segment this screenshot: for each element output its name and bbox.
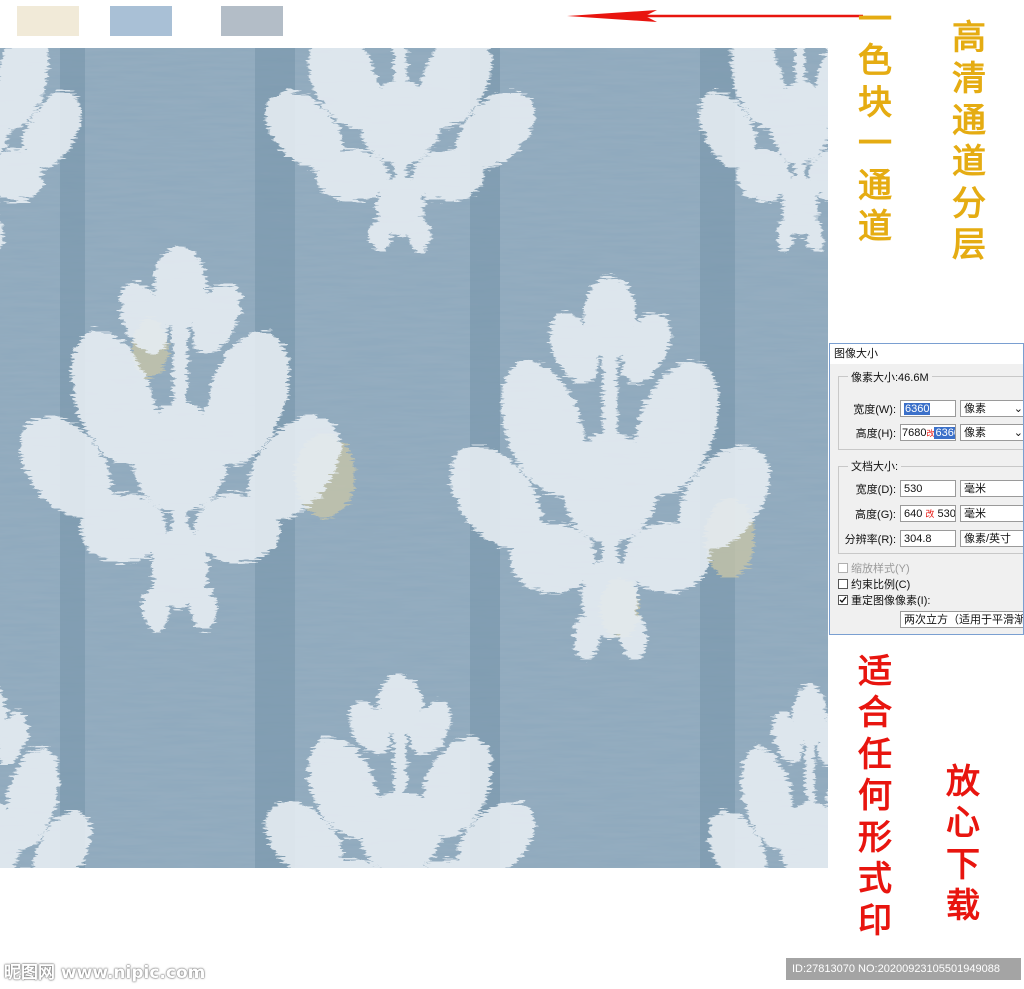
caption-char: 色 <box>858 41 892 82</box>
pixel-width-unit-select[interactable]: 像素 ⌄ <box>960 400 1023 417</box>
caption-char: 层 <box>952 225 986 266</box>
doc-width-unit: 毫米 <box>964 483 986 495</box>
chevron-down-icon: ⌄ <box>1013 403 1023 415</box>
checkmark-icon <box>839 596 847 604</box>
caption-char: 通 <box>952 100 986 141</box>
pixel-height-new-value: 6360 <box>934 427 955 439</box>
pixel-height-label: 高度(H): <box>855 427 896 440</box>
scale-styles-row: 缩放样式(Y) <box>838 560 910 576</box>
resolution-input[interactable]: 304.8 <box>900 530 956 547</box>
caption-char: 印 <box>858 900 892 941</box>
constrain-row: 约束比例(C) <box>838 576 910 592</box>
pixel-width-value: 6360 <box>904 403 931 415</box>
caption-hd-channel-layers: 高 清 通 道 分 层 <box>952 18 986 267</box>
doc-height-row: 高度(G): 640 改 530 毫米 <box>840 505 1023 522</box>
resolution-unit: 像素/英寸 <box>964 533 1012 545</box>
caption-char: 适 <box>858 652 892 692</box>
caption-char: 任 <box>858 734 892 775</box>
caption-one-block-one-channel: 一 色 块 一 通 道 <box>858 0 892 249</box>
caption-char: 道 <box>952 142 986 183</box>
pixel-height-old-value: 7680 <box>902 427 927 439</box>
damask-ikat-pattern-icon <box>0 48 828 868</box>
caption-char: 高 <box>952 18 986 58</box>
pixel-width-input[interactable]: 6360 <box>900 400 956 417</box>
resolution-label: 分辨率(R): <box>844 533 896 546</box>
caption-char: 合 <box>858 693 892 734</box>
dialog-title: 图像大小 <box>830 344 1023 364</box>
caption-char: 下 <box>946 844 980 885</box>
pixel-width-unit: 像素 <box>964 403 986 415</box>
doc-height-label: 高度(G): <box>855 508 896 521</box>
doc-width-input[interactable]: 530 <box>900 480 956 497</box>
caption-char: 式 <box>858 859 892 900</box>
doc-height-unit: 毫米 <box>964 508 986 520</box>
resolution-unit-select[interactable]: 像素/英寸 <box>960 530 1023 547</box>
caption-char: 何 <box>858 776 892 817</box>
document-size-label: 文档大小: <box>848 458 902 474</box>
caption-char: 分 <box>952 183 986 224</box>
pixel-height-unit: 像素 <box>964 427 986 439</box>
nipic-watermark: 昵图网 www.nipic.com <box>4 963 206 983</box>
red-arrow-icon <box>567 10 863 22</box>
pixel-height-unit-select[interactable]: 像素 ⌄ <box>960 424 1023 441</box>
constrain-proportions-label: 约束比例(C) <box>851 579 911 591</box>
constrain-proportions-checkbox[interactable] <box>838 579 848 589</box>
pattern-image <box>0 48 828 868</box>
caption-char: 一 <box>858 124 892 165</box>
caption-download-safely: 放 心 下 载 <box>946 762 980 928</box>
pixel-width-row: 宽度(W): 6360 像素 ⌄ <box>840 400 1023 417</box>
caption-char: 形 <box>858 817 892 858</box>
pixel-width-label: 宽度(W): <box>853 403 896 416</box>
scale-styles-label: 缩放样式(Y) <box>851 563 910 575</box>
caption-char: 道 <box>858 207 892 248</box>
scale-styles-checkbox[interactable] <box>838 563 848 573</box>
resample-checkbox[interactable] <box>838 595 848 605</box>
resolution-row: 分辨率(R): 304.8 像素/英寸 <box>840 530 1023 547</box>
swatch-grey-blue <box>221 6 283 36</box>
doc-height-old-value: 640 <box>904 508 923 520</box>
doc-width-unit-select[interactable]: 毫米 <box>960 480 1023 497</box>
caption-char: 一 <box>858 0 892 40</box>
caption-char: 通 <box>858 165 892 206</box>
caption-char: 载 <box>946 886 980 927</box>
image-id-watermark: ID:27813070 NO:20200923105501949088 <box>786 958 1021 980</box>
caption-char: 块 <box>858 82 892 123</box>
pixel-height-input[interactable]: 7680改6360 <box>900 424 956 441</box>
doc-height-unit-select[interactable]: 毫米 <box>960 505 1023 522</box>
doc-height-input[interactable]: 640 改 530 <box>900 505 956 522</box>
pixel-dimensions-label: 像素大小:46.6M <box>848 369 932 385</box>
swatch-cream <box>17 6 79 36</box>
doc-height-new-value: 530 <box>937 508 956 520</box>
caption-char: 放 <box>946 762 980 802</box>
doc-width-row: 宽度(D): 530 毫米 <box>840 480 1023 497</box>
doc-width-label: 宽度(D): <box>855 483 896 496</box>
resample-method-select[interactable]: 两次立方（适用于平滑渐变 <box>900 611 1024 628</box>
chevron-down-icon: ⌄ <box>1013 427 1023 439</box>
resample-row: 重定图像像素(I): <box>838 592 930 608</box>
resample-label: 重定图像像素(I): <box>851 595 931 607</box>
caption-char: 心 <box>946 803 980 844</box>
doc-height-change-mark: 改 <box>925 509 935 519</box>
caption-char: 清 <box>952 59 986 100</box>
image-size-dialog: 图像大小 像素大小:46.6M 宽度(W): 6360 像素 ⌄ 高度(H): 7… <box>829 343 1024 635</box>
resample-method-value: 两次立方（适用于平滑渐变 <box>904 614 1024 626</box>
pixel-height-row: 高度(H): 7680改6360 像素 ⌄ <box>840 424 1023 441</box>
swatch-light-blue <box>110 6 172 36</box>
caption-suitable-any-print: 适 合 任 何 形 式 印 <box>858 652 892 942</box>
